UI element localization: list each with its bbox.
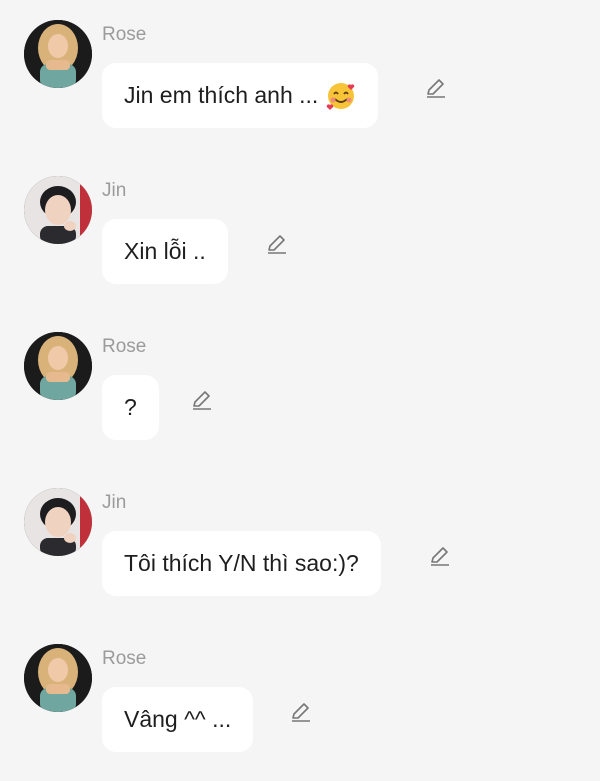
message-bubble: ?	[102, 375, 159, 440]
rose-avatar[interactable]	[24, 644, 92, 712]
message-bubble: Tôi thích Y/N thì sao:)?	[102, 531, 381, 596]
message-row: Jin Xin lỗi ..	[0, 156, 600, 284]
sender-name: Jin	[102, 180, 127, 201]
pencil-icon[interactable]	[190, 388, 214, 412]
message-bubble: Xin lỗi ..	[102, 219, 228, 284]
sender-name: Rose	[102, 648, 147, 669]
pencil-icon[interactable]	[428, 544, 452, 568]
rose-avatar[interactable]	[24, 20, 92, 88]
message-text: Xin lỗi ..	[124, 238, 206, 264]
rose-avatar[interactable]	[24, 332, 92, 400]
message-bubble: Jin em thích anh ...	[102, 63, 379, 128]
jin-avatar[interactable]	[24, 176, 92, 244]
message-row: Rose Jin em thích anh ...	[0, 0, 600, 128]
sender-name: Jin	[102, 492, 127, 513]
jin-avatar[interactable]	[24, 488, 92, 556]
pencil-icon[interactable]	[265, 232, 289, 256]
message-row: Rose ?	[0, 312, 600, 440]
message-text: Jin em thích anh ...	[124, 82, 319, 108]
message-text: ?	[124, 394, 137, 420]
message-text: Tôi thích Y/N thì sao:)?	[124, 550, 359, 576]
message-bubble: Vâng ^^ ...	[102, 687, 254, 752]
chat-thread: Rose Jin em thích anh ... Jin Xin lỗi ..…	[0, 0, 600, 781]
message-text: Vâng ^^ ...	[124, 706, 232, 732]
sender-name: Rose	[102, 336, 147, 357]
pencil-icon[interactable]	[424, 76, 448, 100]
message-row: Rose Vâng ^^ ...	[0, 624, 600, 752]
message-row: Jin Tôi thích Y/N thì sao:)?	[0, 468, 600, 596]
pencil-icon[interactable]	[289, 700, 313, 724]
smiling-face-with-hearts-icon	[326, 81, 356, 111]
sender-name: Rose	[102, 24, 147, 45]
